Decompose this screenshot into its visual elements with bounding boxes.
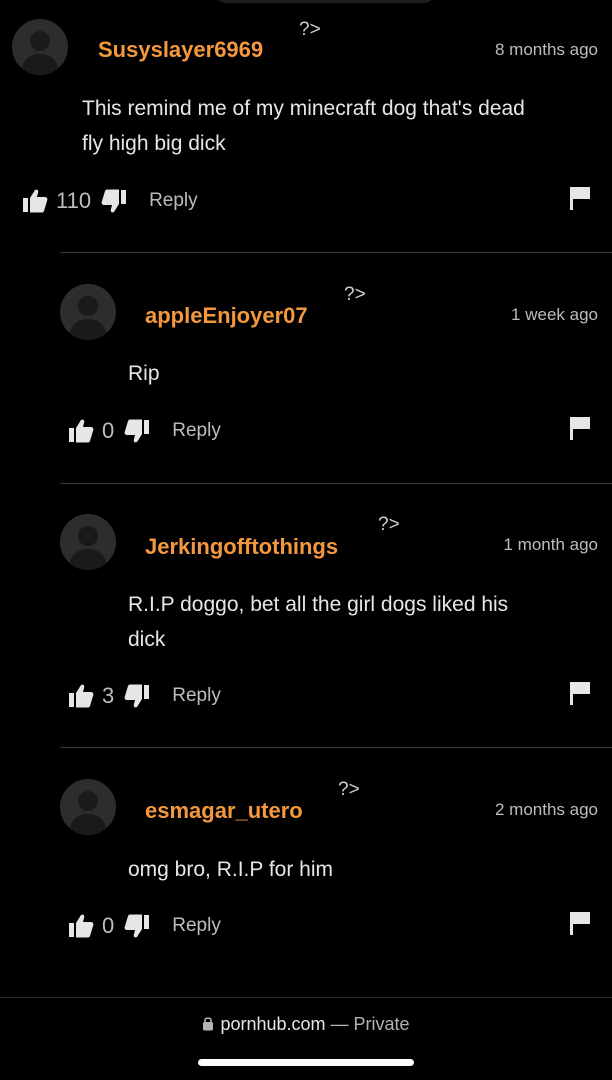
divider — [60, 483, 612, 484]
avatar-silhouette-icon — [68, 526, 108, 570]
comment-actions: 0 Reply — [68, 910, 221, 942]
divider — [60, 252, 612, 253]
address-domain: pornhub.com — [220, 1014, 326, 1034]
comment-timestamp: 1 week ago — [511, 305, 598, 324]
reply-button[interactable]: Reply — [172, 915, 221, 937]
private-mode-label: — Private — [330, 1014, 410, 1034]
comment-actions: 110 Reply — [22, 185, 198, 217]
comment-text: This remind me of my minecraft dog that'… — [82, 97, 525, 155]
top-bar-edge — [215, 0, 435, 3]
avatar[interactable] — [60, 514, 116, 570]
like-count: 0 — [102, 418, 115, 443]
comment-username[interactable]: esmagar_utero — [145, 798, 303, 824]
thumbs-up-icon[interactable] — [68, 418, 94, 444]
footer-divider — [0, 997, 612, 998]
comment-marker: ?> — [299, 19, 321, 40]
comment-marker: ?> — [344, 284, 366, 305]
comment-actions: 0 Reply — [68, 415, 221, 447]
thumbs-down-icon[interactable] — [124, 913, 150, 939]
thumbs-up-icon[interactable] — [68, 913, 94, 939]
address-bar[interactable]: pornhub.com — Private — [0, 1014, 612, 1036]
comment-actions: 3 Reply — [68, 680, 221, 712]
comment-timestamp: 2 months ago — [494, 800, 598, 819]
reply-button[interactable]: Reply — [172, 685, 221, 707]
thumbs-up-icon[interactable] — [68, 683, 94, 709]
avatar-silhouette-icon — [20, 31, 60, 75]
thumbs-down-icon[interactable] — [124, 418, 150, 444]
avatar-silhouette-icon — [68, 791, 108, 835]
reply-button[interactable]: Reply — [172, 420, 221, 442]
avatar[interactable] — [60, 779, 116, 835]
flag-icon[interactable] — [568, 910, 592, 936]
comment-text: omg bro, R.I.P for him — [128, 858, 334, 881]
lock-icon — [202, 1015, 214, 1036]
like-count: 0 — [102, 913, 115, 938]
thumbs-down-icon[interactable] — [101, 188, 127, 214]
comment-marker: ?> — [378, 514, 400, 535]
comment-marker: ?> — [338, 779, 360, 800]
avatar-silhouette-icon — [68, 296, 108, 340]
like-count: 110 — [56, 188, 92, 213]
flag-icon[interactable] — [568, 185, 592, 211]
comment-username[interactable]: appleEnjoyer07 — [145, 303, 308, 329]
comment-timestamp: 1 month ago — [503, 535, 598, 554]
flag-icon[interactable] — [568, 415, 592, 441]
home-indicator[interactable] — [198, 1059, 414, 1066]
thumbs-up-icon[interactable] — [22, 188, 48, 214]
comment-timestamp: 8 months ago — [494, 40, 598, 59]
divider — [60, 747, 612, 748]
thumbs-down-icon[interactable] — [124, 683, 150, 709]
comment-username[interactable]: Jerkingofftothings — [145, 534, 338, 560]
comment-username[interactable]: Susyslayer6969 — [98, 37, 263, 63]
reply-button[interactable]: Reply — [149, 190, 198, 212]
like-count: 3 — [102, 683, 115, 708]
comment-text: Rip — [128, 362, 160, 385]
flag-icon[interactable] — [568, 680, 592, 706]
avatar[interactable] — [60, 284, 116, 340]
avatar[interactable] — [12, 19, 68, 75]
comment-text: R.I.P doggo, bet all the girl dogs liked… — [128, 593, 509, 651]
